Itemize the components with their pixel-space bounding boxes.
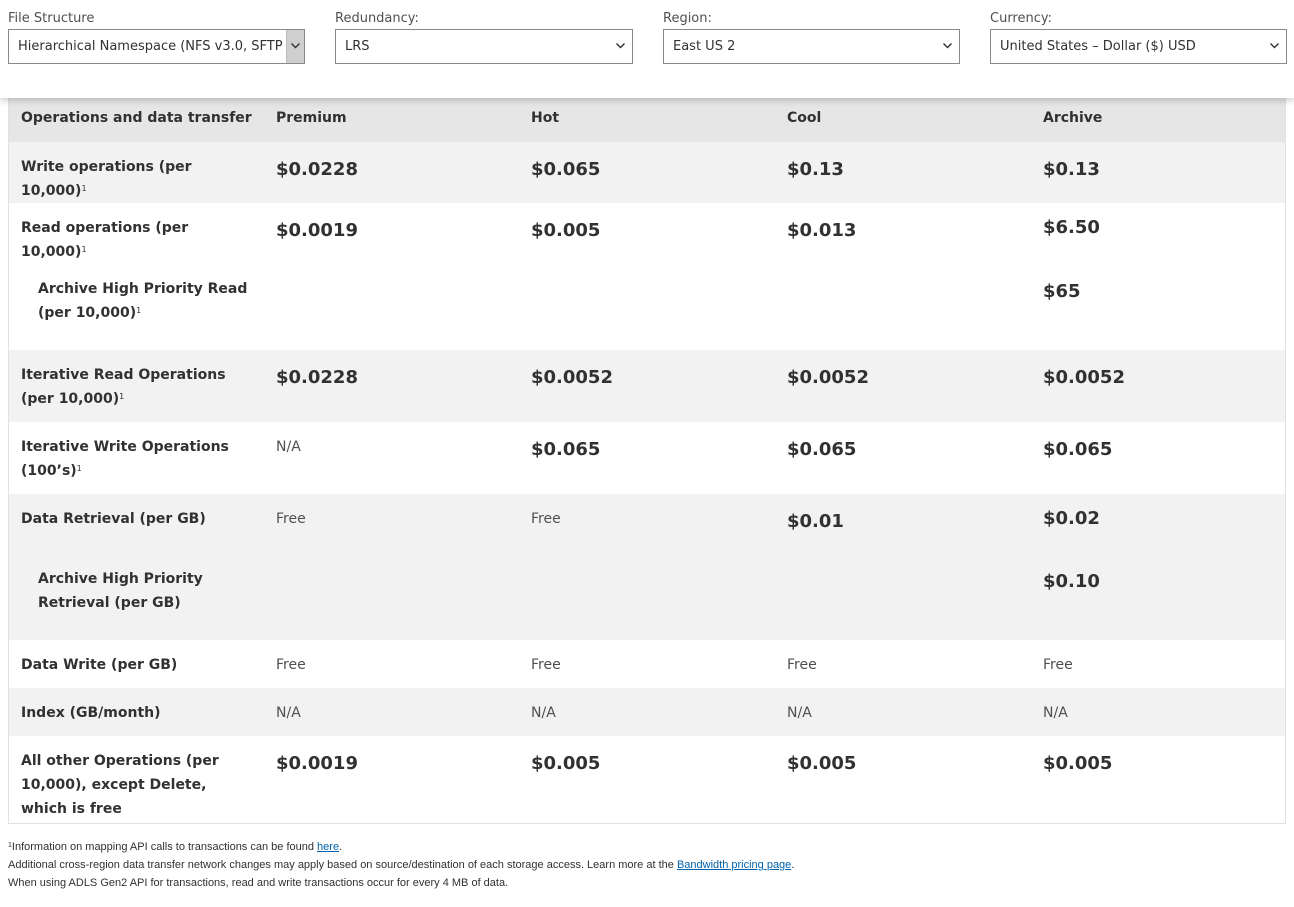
currency-label: Currency: [990,11,1053,26]
price-premium: $0.0019 [276,753,358,774]
chevron-down-icon [940,30,954,63]
price-cool: $0.01 [787,511,844,532]
file-structure-filter: File Structure Hierarchical Namespace (N… [8,11,305,64]
price-hot: $0.005 [531,753,601,774]
table-row: Index (GB/month) N/A N/A N/A N/A [9,688,1285,736]
price-archive: $0.005 [1043,753,1113,774]
footnote-api-mapping: 1Information on mapping API calls to tra… [8,841,343,853]
price-premium: N/A [276,705,301,721]
header-operations: Operations and data transfer [21,110,252,126]
price-premium [264,264,519,350]
price-archive: $6.50 [1043,217,1100,238]
price-archive: $0.10 [1043,571,1100,592]
row-label: Iterative Read Operations (per 10,000)1 [21,367,226,407]
row-label: Archive High Priority Read (per 10,000)1 [38,281,248,321]
file-structure-label: File Structure [8,11,95,26]
row-label: Data Retrieval (per GB) [21,511,206,527]
price-premium: $0.0228 [276,159,358,180]
price-hot: Free [531,657,561,673]
header-premium: Premium [276,110,347,126]
chevron-down-icon [286,30,304,63]
price-hot: $0.005 [531,220,601,241]
currency-filter: Currency: United States – Dollar ($) USD [990,11,1287,64]
price-hot [519,264,775,350]
table-row: Data Write (per GB) Free Free Free Free [9,640,1285,688]
price-premium: Free [276,657,306,673]
footnote-adls-gen2: When using ADLS Gen2 API for transaction… [8,877,509,889]
row-label: Write operations (per 10,000)1 [21,159,192,199]
currency-select[interactable]: United States – Dollar ($) USD [990,29,1287,64]
price-premium [264,554,519,640]
price-cool [775,264,1031,350]
pricing-filters: File Structure Hierarchical Namespace (N… [0,0,1294,98]
price-hot [519,554,775,640]
price-cool: $0.0052 [787,367,869,388]
table-row: Iterative Write Operations (100’s)1 N/A … [9,422,1285,494]
price-cool: $0.13 [787,159,844,180]
price-hot: N/A [531,705,556,721]
price-archive: $0.065 [1043,439,1113,460]
row-label: Index (GB/month) [21,705,161,721]
price-archive: $0.13 [1043,159,1100,180]
region-select[interactable]: East US 2 [663,29,960,64]
currency-value: United States – Dollar ($) USD [1000,39,1196,54]
pricing-table-container: Operations and data transfer Premium Hot… [8,98,1286,824]
price-cool: $0.065 [787,439,857,460]
price-archive: N/A [1043,705,1068,721]
redundancy-select[interactable]: LRS [335,29,633,64]
price-cool: N/A [787,705,812,721]
price-hot: $0.065 [531,439,601,460]
table-row: Iterative Read Operations (per 10,000)1 … [9,350,1285,422]
price-hot: $0.0052 [531,367,613,388]
file-structure-value: Hierarchical Namespace (NFS v3.0, SFTP P… [18,39,304,54]
table-header-row: Operations and data transfer Premium Hot… [9,98,1285,142]
region-label: Region: [663,11,712,26]
table-row: Archive High Priority Retrieval (per GB)… [9,554,1285,640]
table-row: Archive High Priority Read (per 10,000)1… [9,264,1285,350]
redundancy-filter: Redundancy: LRS [335,11,633,64]
table-row: All other Operations (per 10,000), excep… [9,736,1285,832]
price-cool [775,554,1031,640]
footnote-cross-region: Additional cross-region data transfer ne… [8,859,795,871]
table-row: Read operations (per 10,000)1 $0.0019 $0… [9,203,1285,264]
price-archive: $65 [1043,281,1081,302]
row-label: Archive High Priority Retrieval (per GB) [38,571,203,611]
table-row: Data Retrieval (per GB) Free Free $0.01 … [9,494,1285,554]
here-link[interactable]: here [317,841,339,853]
price-hot: Free [531,511,561,527]
price-cool: Free [787,657,817,673]
price-cool: $0.005 [787,753,857,774]
price-hot: $0.065 [531,159,601,180]
region-filter: Region: East US 2 [663,11,960,64]
footnotes: 1Information on mapping API calls to tra… [8,838,794,892]
row-label: Data Write (per GB) [21,657,178,673]
redundancy-value: LRS [345,39,370,54]
row-label: Iterative Write Operations (100’s)1 [21,439,229,479]
region-value: East US 2 [673,39,736,54]
chevron-down-icon [613,30,627,63]
price-premium: N/A [276,439,301,455]
table-row: Write operations (per 10,000)1 $0.0228 $… [9,142,1285,203]
price-premium: Free [276,511,306,527]
redundancy-label: Redundancy: [335,11,419,26]
price-cool: $0.013 [787,220,857,241]
header-hot: Hot [531,110,560,126]
price-archive: $0.02 [1043,508,1100,529]
price-premium: $0.0228 [276,367,358,388]
bandwidth-pricing-link[interactable]: Bandwidth pricing page [677,859,791,871]
price-archive: $0.0052 [1043,367,1125,388]
price-premium: $0.0019 [276,220,358,241]
header-archive: Archive [1043,110,1103,126]
price-archive: Free [1043,657,1073,673]
row-label: All other Operations (per 10,000), excep… [21,753,219,817]
file-structure-select[interactable]: Hierarchical Namespace (NFS v3.0, SFTP P… [8,29,305,64]
pricing-table: Operations and data transfer Premium Hot… [9,98,1285,832]
row-label: Read operations (per 10,000)1 [21,220,189,260]
header-cool: Cool [787,110,822,126]
chevron-down-icon [1267,30,1281,63]
